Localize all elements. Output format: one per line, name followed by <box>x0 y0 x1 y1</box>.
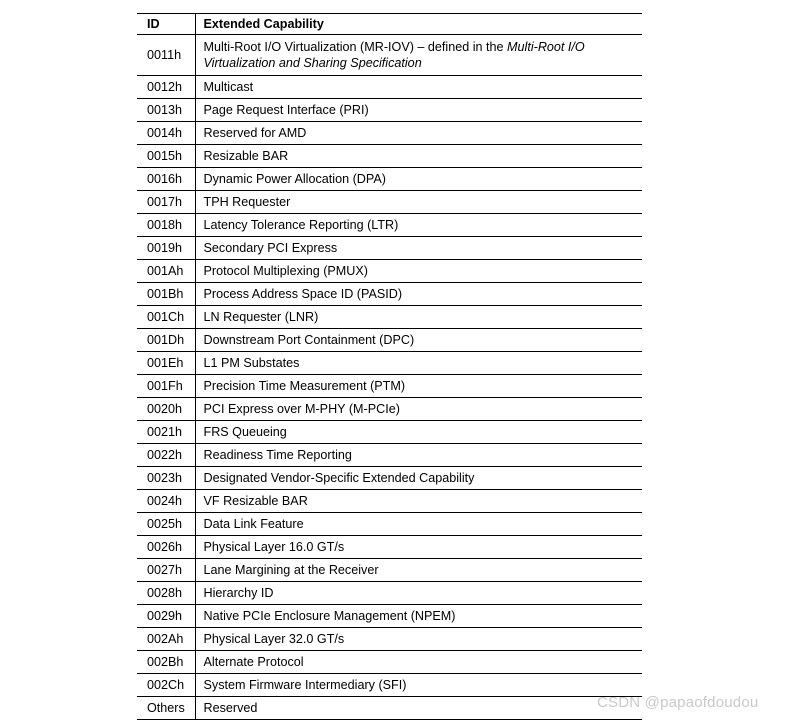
table-row: 001Ch LN Requester (LNR) <box>137 305 642 329</box>
cell-id: 001Ch <box>137 305 196 329</box>
cell-id: Others <box>137 696 196 720</box>
watermark: CSDN @papaofdoudou <box>597 694 759 711</box>
cell-extended-capability: Reserved <box>195 696 642 720</box>
cell-id: 001Bh <box>137 282 196 306</box>
table-body: 0011h Multi-Root I/O Virtualization (MR-I… <box>137 34 642 720</box>
cell-extended-capability: Resizable BAR <box>195 144 642 168</box>
cell-id: 002Ah <box>137 627 196 651</box>
cell-extended-capability: Lane Margining at the Receiver <box>195 558 642 582</box>
extended-capability-table: ID Extended Capability 0011h Multi-Root I… <box>137 13 642 720</box>
cell-extended-capability: TPH Requester <box>195 190 642 214</box>
cell-id: 0013h <box>137 98 196 122</box>
cell-id: 002Bh <box>137 650 196 674</box>
table-row: 0020h PCI Express over M-PHY (M-PCIe) <box>137 397 642 421</box>
cell-extended-capability: Dynamic Power Allocation (DPA) <box>195 167 642 191</box>
cell-id: 0029h <box>137 604 196 628</box>
table-header-row: ID Extended Capability <box>137 13 642 35</box>
cell-id: 0014h <box>137 121 196 145</box>
cell-extended-capability: Process Address Space ID (PASID) <box>195 282 642 306</box>
cell-id: 0023h <box>137 466 196 490</box>
cell-extended-capability: LN Requester (LNR) <box>195 305 642 329</box>
table-row: 002Ch System Firmware Intermediary (SFI) <box>137 673 642 697</box>
cell-id: 001Fh <box>137 374 196 398</box>
table-row: 0022h Readiness Time Reporting <box>137 443 642 467</box>
cell-extended-capability: Secondary PCI Express <box>195 236 642 260</box>
table-row: 001Ah Protocol Multiplexing (PMUX) <box>137 259 642 283</box>
cell-extended-capability: Multicast <box>195 75 642 99</box>
cell-id: 0021h <box>137 420 196 444</box>
cell-id: 0028h <box>137 581 196 605</box>
column-header-id: ID <box>137 13 196 35</box>
table-header: ID Extended Capability <box>137 13 642 35</box>
cell-id: 0015h <box>137 144 196 168</box>
table-row: 0012h Multicast <box>137 75 642 99</box>
table-row: 0027h Lane Margining at the Receiver <box>137 558 642 582</box>
table-row: 0018h Latency Tolerance Reporting (LTR) <box>137 213 642 237</box>
cell-extended-capability: Native PCIe Enclosure Management (NPEM) <box>195 604 642 628</box>
cell-id: 002Ch <box>137 673 196 697</box>
table-row: 0029h Native PCIe Enclosure Management (N… <box>137 604 642 628</box>
table-row: 0017h TPH Requester <box>137 190 642 214</box>
cell-extended-capability: Page Request Interface (PRI) <box>195 98 642 122</box>
table-row: 0019h Secondary PCI Express <box>137 236 642 260</box>
document-page: ID Extended Capability 0011h Multi-Root I… <box>0 0 791 723</box>
table-row: 0023h Designated Vendor-Specific Extended… <box>137 466 642 490</box>
cell-id: 0020h <box>137 397 196 421</box>
cell-extended-capability: System Firmware Intermediary (SFI) <box>195 673 642 697</box>
cell-extended-capability: Physical Layer 32.0 GT/s <box>195 627 642 651</box>
table-row: Others Reserved <box>137 696 642 720</box>
cell-id: 001Eh <box>137 351 196 375</box>
cell-id: 0017h <box>137 190 196 214</box>
cell-extended-capability: Latency Tolerance Reporting (LTR) <box>195 213 642 237</box>
cell-extended-capability: L1 PM Substates <box>195 351 642 375</box>
table-row: 0011h Multi-Root I/O Virtualization (MR-I… <box>137 34 642 76</box>
cell-id: 0026h <box>137 535 196 559</box>
table-row: 001Bh Process Address Space ID (PASID) <box>137 282 642 306</box>
cell-id: 0024h <box>137 489 196 513</box>
table-row: 0014h Reserved for AMD <box>137 121 642 145</box>
cell-id: 0027h <box>137 558 196 582</box>
cell-id: 001Ah <box>137 259 196 283</box>
table-row: 0016h Dynamic Power Allocation (DPA) <box>137 167 642 191</box>
cell-id: 001Dh <box>137 328 196 352</box>
table-row: 0028h Hierarchy ID <box>137 581 642 605</box>
cell-extended-capability: Reserved for AMD <box>195 121 642 145</box>
cell-id: 0012h <box>137 75 196 99</box>
cell-id: 0019h <box>137 236 196 260</box>
cell-id: 0025h <box>137 512 196 536</box>
table-row: 0025h Data Link Feature <box>137 512 642 536</box>
cell-id: 0016h <box>137 167 196 191</box>
cell-extended-capability: Protocol Multiplexing (PMUX) <box>195 259 642 283</box>
table-row: 002Ah Physical Layer 32.0 GT/s <box>137 627 642 651</box>
table-row: 001Fh Precision Time Measurement (PTM) <box>137 374 642 398</box>
cell-id: 0022h <box>137 443 196 467</box>
table-row: 0013h Page Request Interface (PRI) <box>137 98 642 122</box>
cell-extended-capability: Precision Time Measurement (PTM) <box>195 374 642 398</box>
cell-extended-capability: VF Resizable BAR <box>195 489 642 513</box>
cell-extended-capability: Multi-Root I/O Virtualization (MR-IOV) –… <box>195 34 642 76</box>
column-header-extended-capability: Extended Capability <box>195 13 642 35</box>
capability-text: Multi-Root I/O Virtualization (MR-IOV) –… <box>203 40 508 54</box>
cell-extended-capability: Physical Layer 16.0 GT/s <box>195 535 642 559</box>
cell-extended-capability: FRS Queueing <box>195 420 642 444</box>
table-row: 0015h Resizable BAR <box>137 144 642 168</box>
cell-extended-capability: Hierarchy ID <box>195 581 642 605</box>
cell-extended-capability: PCI Express over M-PHY (M-PCIe) <box>195 397 642 421</box>
cell-extended-capability: Readiness Time Reporting <box>195 443 642 467</box>
cell-extended-capability: Downstream Port Containment (DPC) <box>195 328 642 352</box>
table-row: 002Bh Alternate Protocol <box>137 650 642 674</box>
cell-extended-capability: Alternate Protocol <box>195 650 642 674</box>
cell-extended-capability: Designated Vendor-Specific Extended Capa… <box>195 466 642 490</box>
table-row: 001Dh Downstream Port Containment (DPC) <box>137 328 642 352</box>
cell-id: 0011h <box>137 34 196 76</box>
table-row: 0021h FRS Queueing <box>137 420 642 444</box>
table-row: 001Eh L1 PM Substates <box>137 351 642 375</box>
cell-extended-capability: Data Link Feature <box>195 512 642 536</box>
cell-id: 0018h <box>137 213 196 237</box>
table-row: 0024h VF Resizable BAR <box>137 489 642 513</box>
table-row: 0026h Physical Layer 16.0 GT/s <box>137 535 642 559</box>
